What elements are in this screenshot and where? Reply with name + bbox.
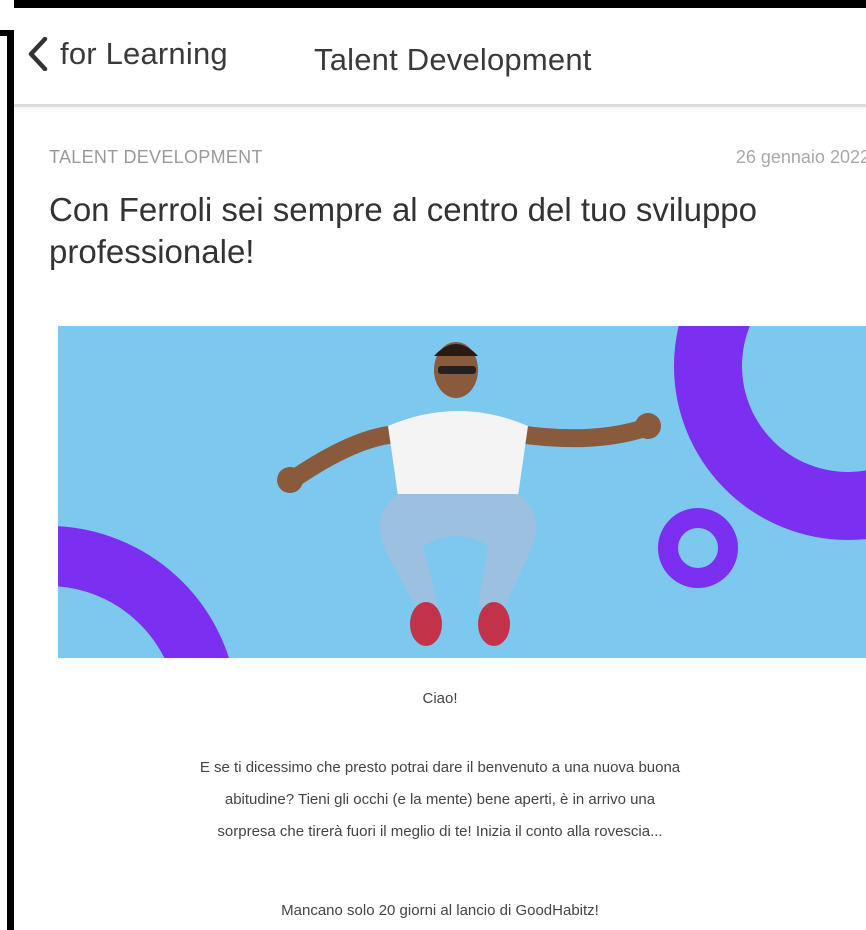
chevron-left-icon xyxy=(28,37,48,71)
app-header: for Learning Talent Development xyxy=(14,8,866,107)
article-meta: TALENT DEVELOPMENT 26 gennaio 2022 xyxy=(49,147,866,171)
app-screen: for Learning Talent Development TALENT D… xyxy=(14,8,866,930)
window-frame-left xyxy=(0,30,14,930)
article-body-line: abitudine? Tieni gli occhi (e la mente) … xyxy=(224,791,656,808)
page-title: Talent Development xyxy=(314,42,592,77)
article-countdown: Mancano solo 20 giorni al lancio di Good… xyxy=(281,902,599,919)
article-date: 26 gennaio 2022 xyxy=(735,147,866,167)
window-frame-corner xyxy=(0,30,14,36)
article-title: Con Ferroli sei sempre al centro del tuo… xyxy=(49,191,758,270)
back-button[interactable]: for Learning xyxy=(28,36,228,72)
article-category: TALENT DEVELOPMENT xyxy=(49,147,263,167)
article-greeting: Ciao! xyxy=(422,690,458,707)
article-body: E se ti dicessimo che presto potrai dare… xyxy=(14,752,866,848)
article-body-line: sorpresa che tirerà fuori il meglio di t… xyxy=(217,823,663,840)
article-body-line: E se ti dicessimo che presto potrai dare… xyxy=(199,759,681,776)
article-hero-image xyxy=(58,326,866,658)
back-button-label: for Learning xyxy=(60,36,228,71)
hero-illustration xyxy=(58,326,866,658)
window-frame-top-border xyxy=(14,0,866,8)
